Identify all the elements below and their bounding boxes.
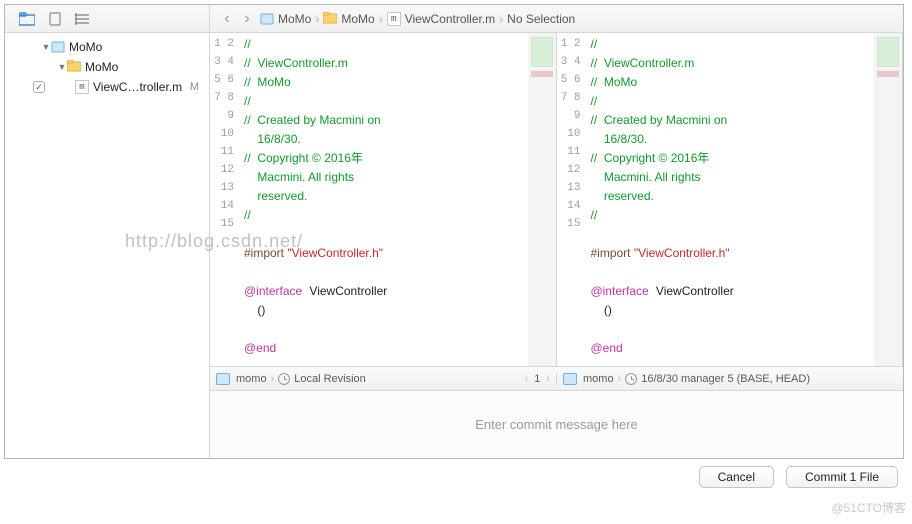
prev-page-icon[interactable]: ‹ <box>525 373 529 385</box>
navigator-mode-toolbar <box>5 5 210 32</box>
corner-watermark: @51CTO博客 <box>831 499 906 516</box>
top-bar: ‹ › MoMo › MoMo › ViewController.m › No … <box>5 5 903 33</box>
revision-left[interactable]: momo › Local Revision ‹ 1 › <box>210 373 557 385</box>
main-area: ▼ MoMo ▼ MoMo ✓ ViewC…troller.m M 1 2 3 … <box>5 33 903 458</box>
next-page-icon[interactable]: › <box>546 373 550 385</box>
project-pill-icon <box>563 373 577 385</box>
source-code[interactable]: // // ViewController.m // MoMo // // Cre… <box>587 33 875 366</box>
pager[interactable]: ‹ 1 › <box>525 373 550 385</box>
project-pill-icon <box>216 373 230 385</box>
commit-placeholder: Enter commit message here <box>475 417 638 432</box>
revision-right[interactable]: momo › 16/8/30 manager 5 (BASE, HEAD) <box>557 373 903 385</box>
code-wrap: 1 2 3 4 5 6 7 8 9 10 11 12 13 14 15 // /… <box>210 33 903 366</box>
tree-label: ViewC…troller.m <box>93 80 182 94</box>
list-icon[interactable] <box>75 11 91 27</box>
breadcrumb-seg: No Selection <box>507 12 575 26</box>
tree-label: MoMo <box>69 40 102 54</box>
revision-bar: momo › Local Revision ‹ 1 › momo › 16/8/… <box>210 366 903 390</box>
vcs-status-badge: M <box>190 81 199 93</box>
cancel-button[interactable]: Cancel <box>699 466 774 488</box>
line-gutter: 1 2 3 4 5 6 7 8 9 10 11 12 13 14 15 <box>210 33 240 366</box>
commit-message-input[interactable]: Enter commit message here <box>210 390 903 458</box>
document-icon[interactable] <box>47 11 63 27</box>
commit-button[interactable]: Commit 1 File <box>786 466 898 488</box>
button-label: Commit 1 File <box>805 470 879 484</box>
commit-window: ‹ › MoMo › MoMo › ViewController.m › No … <box>4 4 904 459</box>
m-file-icon <box>75 80 89 94</box>
disclosure-triangle-icon[interactable]: ▼ <box>41 42 51 52</box>
forward-icon[interactable]: › <box>240 10 254 28</box>
breadcrumb-seg: MoMo <box>278 12 311 26</box>
clock-icon <box>278 373 290 385</box>
dialog-footer: Cancel Commit 1 File <box>699 466 898 488</box>
revision-project: momo <box>236 373 267 385</box>
jump-bar: ‹ › MoMo › MoMo › ViewController.m › No … <box>210 5 903 32</box>
file-sidebar: ▼ MoMo ▼ MoMo ✓ ViewC…troller.m M <box>5 33 210 458</box>
button-label: Cancel <box>718 470 755 484</box>
project-icon <box>260 12 274 26</box>
revision-project: momo <box>583 373 614 385</box>
revision-label: 16/8/30 manager 5 (BASE, HEAD) <box>641 373 810 385</box>
clock-icon <box>625 373 637 385</box>
back-icon[interactable]: ‹ <box>220 10 234 28</box>
folder-icon[interactable] <box>19 11 35 27</box>
local-pane: 1 2 3 4 5 6 7 8 9 10 11 12 13 14 15 // /… <box>210 33 557 366</box>
tree-folder[interactable]: ▼ MoMo <box>5 57 209 77</box>
tree-root[interactable]: ▼ MoMo <box>5 37 209 57</box>
breadcrumb-seg: ViewController.m <box>405 12 495 26</box>
page-number: 1 <box>534 373 540 385</box>
m-file-icon <box>387 12 401 26</box>
chevron-right-icon: › <box>379 12 383 26</box>
tree-file-row[interactable]: ✓ ViewC…troller.m M <box>5 77 209 97</box>
chevron-right-icon: › <box>618 373 622 385</box>
breadcrumb-seg: MoMo <box>341 12 374 26</box>
disclosure-triangle-icon[interactable]: ▼ <box>57 62 67 72</box>
project-icon <box>51 40 65 54</box>
tree-label: MoMo <box>85 60 118 74</box>
chevron-right-icon: › <box>315 12 319 26</box>
chevron-right-icon: › <box>499 12 503 26</box>
folder-yellow-icon <box>67 60 81 74</box>
diff-panes: 1 2 3 4 5 6 7 8 9 10 11 12 13 14 15 // /… <box>210 33 903 458</box>
line-gutter: 1 2 3 4 5 6 7 8 9 10 11 12 13 14 15 <box>557 33 587 366</box>
source-code[interactable]: // // ViewController.m // MoMo // // Cre… <box>240 33 528 366</box>
chevron-right-icon: › <box>271 373 275 385</box>
base-pane: 1 2 3 4 5 6 7 8 9 10 11 12 13 14 15 // /… <box>557 33 904 366</box>
minimap[interactable] <box>528 33 556 366</box>
breadcrumb[interactable]: MoMo › MoMo › ViewController.m › No Sele… <box>260 12 575 26</box>
minimap[interactable] <box>874 33 902 366</box>
include-checkbox[interactable]: ✓ <box>33 81 45 93</box>
revision-label: Local Revision <box>294 373 366 385</box>
folder-yellow-icon <box>323 12 337 26</box>
